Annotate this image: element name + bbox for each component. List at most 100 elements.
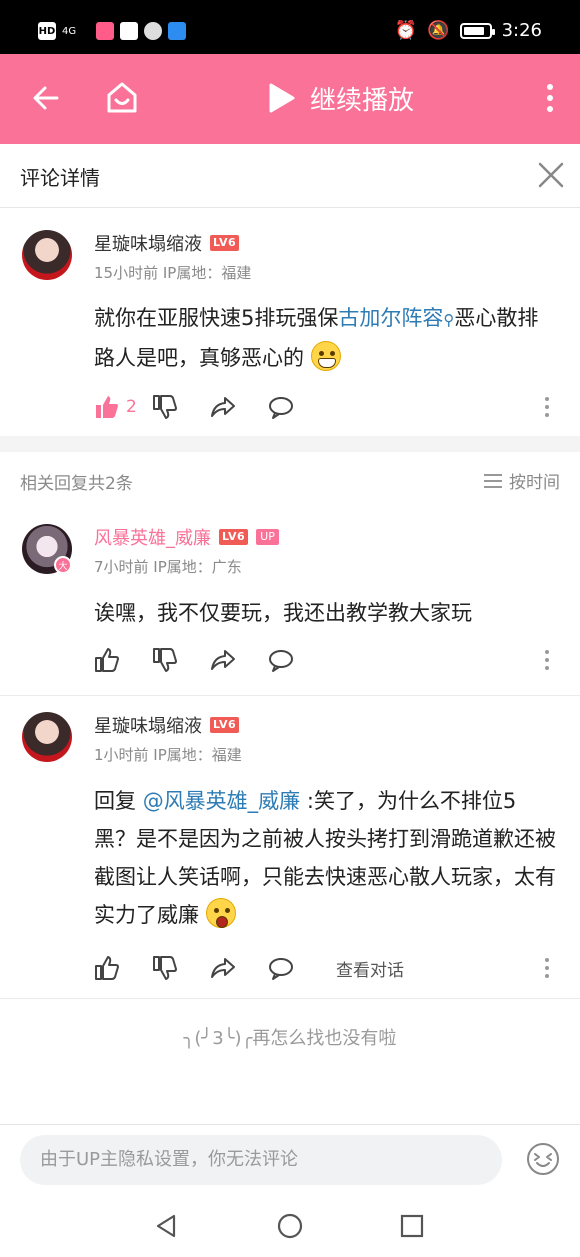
nav-home-button[interactable] <box>276 1212 304 1240</box>
search-link[interactable]: 古加尔阵容 <box>338 306 443 330</box>
alarm-icon: ⏰ <box>394 20 418 41</box>
app-notification-icon <box>96 22 114 40</box>
avatar-badge: 大 <box>54 556 72 574</box>
comment-actions: 2 <box>94 392 558 422</box>
comment-meta: 15小时前 IP属地：福建 <box>94 264 252 282</box>
like-button[interactable]: 2 <box>94 392 152 422</box>
hd-icon: HD <box>38 22 56 40</box>
username[interactable]: 风暴英雄_威廉 <box>94 524 211 550</box>
continue-play-label: 继续播放 <box>310 85 415 116</box>
share-icon <box>211 397 235 417</box>
reply-button[interactable] <box>268 645 326 675</box>
more-icon <box>545 650 549 670</box>
home-icon <box>107 82 137 113</box>
like-button[interactable] <box>94 645 152 675</box>
reply-more-button[interactable] <box>544 957 550 979</box>
panel-title: 评论详情 <box>20 166 100 190</box>
level-badge: LV6 <box>219 529 249 545</box>
reply-item: 大 风暴英雄_威廉 LV6 UP 7小时前 IP属地：广东 诶嘿，我不仅要玩，我… <box>0 508 580 696</box>
network-indicator: 4G <box>62 25 77 37</box>
dislike-button[interactable] <box>152 392 210 422</box>
section-divider <box>0 436 580 452</box>
status-bar: HD 4G ⏰ 🔕 3:26 <box>0 0 580 54</box>
dislike-icon <box>153 395 177 419</box>
reply-more-button[interactable] <box>544 649 550 671</box>
square-recents-icon <box>400 1214 424 1238</box>
system-nav-bar <box>0 1196 580 1257</box>
like-icon <box>96 396 118 418</box>
share-button[interactable] <box>210 953 268 983</box>
dislike-button[interactable] <box>152 953 210 983</box>
close-icon <box>538 162 564 188</box>
dislike-icon <box>153 648 177 672</box>
more-icon <box>545 958 549 978</box>
end-of-list-text: ╮(╯3╰)╭再怎么找也没有啦 <box>183 1028 397 1049</box>
like-icon <box>95 956 119 980</box>
battery-icon <box>459 22 495 39</box>
grin-emoji-icon <box>310 341 341 371</box>
status-icons-right: ⏰ 🔕 3:26 <box>395 20 542 41</box>
comment-more-button[interactable] <box>544 396 550 418</box>
reply-actions: 查看对话 <box>94 953 558 983</box>
username[interactable]: 星璇味塌缩液 <box>94 230 202 256</box>
reply-text: 诶嘿，我不仅要玩，我还出教学教大家玩 <box>94 601 472 625</box>
reply-divider <box>0 998 580 999</box>
clock: 3:26 <box>501 20 542 41</box>
reply-button[interactable] <box>268 953 326 983</box>
home-button[interactable] <box>100 74 144 122</box>
like-count: 2 <box>126 397 137 417</box>
comment-bar: 由于UP主隐私设置，你无法评论 <box>0 1124 580 1196</box>
circle-home-icon <box>277 1213 303 1239</box>
reply-prefix: 回复 <box>94 789 143 813</box>
back-button[interactable] <box>24 76 68 120</box>
reply-icon <box>269 397 293 419</box>
like-button[interactable] <box>94 953 152 983</box>
level-badge: LV6 <box>210 235 240 251</box>
reply-icon <box>269 958 293 980</box>
username[interactable]: 星璇味塌缩液 <box>94 712 202 738</box>
more-button[interactable] <box>538 76 562 120</box>
emoji-button[interactable] <box>526 1142 560 1176</box>
view-dialog-link[interactable]: 查看对话 <box>336 956 404 981</box>
mention-link[interactable]: @风暴英雄_威廉 <box>143 789 301 813</box>
shocked-emoji-icon <box>205 898 236 928</box>
reply-author[interactable]: 星璇味塌缩液 LV6 <box>94 712 240 738</box>
replies-header: 相关回复共2条 按时间 <box>0 452 580 508</box>
reply-meta: 1小时前 IP属地：福建 <box>94 746 242 764</box>
top-bar: 继续播放 <box>0 54 580 144</box>
avatar[interactable] <box>22 712 72 762</box>
like-icon <box>95 648 119 672</box>
dislike-button[interactable] <box>152 645 210 675</box>
search-link-icon: ⚲ <box>443 311 455 329</box>
comment-author[interactable]: 星璇味塌缩液 LV6 <box>94 230 240 256</box>
comment-detail-header: 评论详情 <box>0 144 580 208</box>
share-icon <box>211 958 235 978</box>
share-button[interactable] <box>210 392 268 422</box>
comment-text: 就你在亚服快速5排玩强保古加尔阵容⚲恶心散排路人是吧，真够恶心的 <box>94 299 558 377</box>
share-icon <box>211 650 235 670</box>
reply-icon <box>269 650 293 672</box>
reply-author[interactable]: 风暴英雄_威廉 LV6 UP <box>94 524 279 550</box>
mail-notification-icon <box>120 22 138 40</box>
avatar[interactable] <box>22 230 72 280</box>
triangle-back-icon <box>156 1214 176 1238</box>
reply-text: 回复 @风暴英雄_威廉 :笑了，为什么不排位5黑？是不是因为之前被人按头拷打到滑… <box>94 782 558 934</box>
status-icons-left: HD 4G <box>38 22 186 40</box>
play-icon <box>269 83 295 113</box>
continue-play-button[interactable]: 继续播放 <box>266 76 414 120</box>
wechat-icon <box>144 22 162 40</box>
share-button[interactable] <box>210 645 268 675</box>
sort-label: 按时间 <box>509 473 560 493</box>
close-button[interactable] <box>534 158 568 192</box>
reply-count: 相关回复共2条 <box>20 474 133 494</box>
comment-input-disabled[interactable]: 由于UP主隐私设置，你无法评论 <box>20 1135 502 1185</box>
nav-recents-button[interactable] <box>398 1212 426 1240</box>
reply-actions <box>94 645 558 675</box>
comment-text-part: 就你在亚服快速5排玩强保 <box>94 306 339 330</box>
back-icon <box>33 86 59 110</box>
nav-back-button[interactable] <box>152 1212 180 1240</box>
mute-icon: 🔕 <box>427 20 450 41</box>
reply-button[interactable] <box>268 392 326 422</box>
battery-fill <box>463 26 484 35</box>
sort-button[interactable]: 按时间 <box>483 468 560 493</box>
